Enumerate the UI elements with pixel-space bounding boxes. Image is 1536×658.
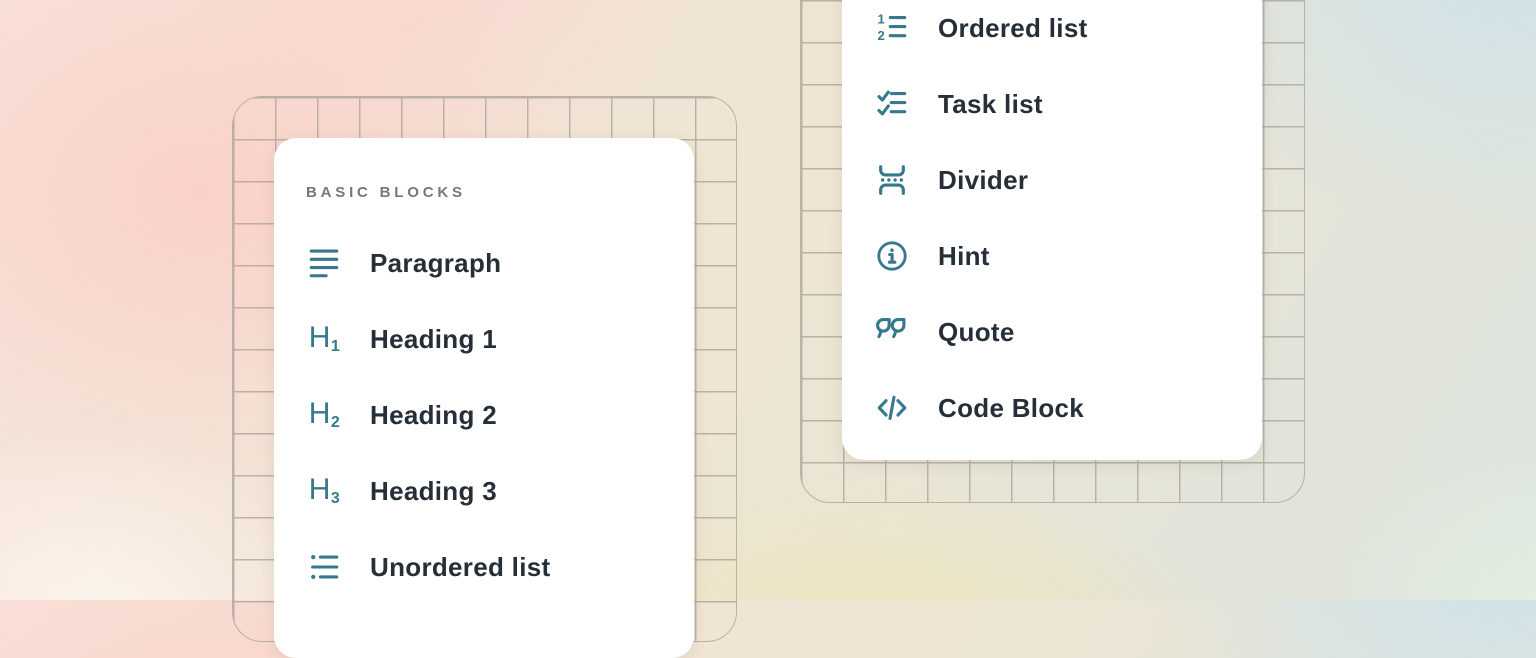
ordered-list-icon: 12 (874, 10, 910, 46)
menu-item-hint[interactable]: Hint (874, 236, 1262, 276)
quote-icon (874, 314, 910, 350)
menu-item-unordered-list[interactable]: Unordered list (306, 547, 694, 587)
menu-item-label: Heading 1 (370, 324, 497, 355)
section-label-basic-blocks: BASIC BLOCKS (306, 184, 694, 201)
svg-text:2: 2 (878, 28, 885, 43)
menu-item-label: Divider (938, 165, 1028, 196)
menu-item-label: Unordered list (370, 552, 550, 583)
unordered-list-icon (306, 549, 342, 585)
basic-blocks-menu: BASIC BLOCKS Paragraph H1 Heading 1 H2 Headi… (274, 138, 694, 658)
menu-item-task-list[interactable]: Task list (874, 84, 1262, 124)
menu-item-label: Paragraph (370, 248, 501, 279)
menu-item-paragraph[interactable]: Paragraph (306, 243, 694, 283)
menu-item-list: Paragraph H1 Heading 1 H2 Heading 2 H3 Heading… (306, 243, 694, 587)
menu-item-label: Ordered list (938, 13, 1088, 44)
hint-icon (874, 238, 910, 274)
task-list-icon (874, 86, 910, 122)
menu-item-ordered-list[interactable]: 12Ordered list (874, 8, 1262, 48)
insert-blocks-menu: 12Ordered listTask listDividerHintQuoteC… (842, 0, 1262, 460)
menu-item-quote[interactable]: Quote (874, 312, 1262, 352)
menu-item-heading-3[interactable]: H3 Heading 3 (306, 471, 694, 511)
menu-item-divider[interactable]: Divider (874, 160, 1262, 200)
heading-1-icon: H1 (306, 321, 342, 357)
menu-item-label: Heading 3 (370, 476, 497, 507)
menu-item-label: Heading 2 (370, 400, 497, 431)
code-block-icon (874, 390, 910, 426)
menu-item-list: 12Ordered listTask listDividerHintQuoteC… (874, 8, 1262, 428)
divider-icon (874, 162, 910, 198)
menu-item-label: Task list (938, 89, 1043, 120)
heading-2-icon: H2 (306, 397, 342, 433)
heading-3-icon: H3 (306, 473, 342, 509)
svg-text:1: 1 (878, 11, 885, 26)
menu-item-code-block[interactable]: Code Block (874, 388, 1262, 428)
menu-item-label: Quote (938, 317, 1015, 348)
menu-item-heading-1[interactable]: H1 Heading 1 (306, 319, 694, 359)
paragraph-icon (306, 245, 342, 281)
menu-item-label: Code Block (938, 393, 1084, 424)
menu-item-heading-2[interactable]: H2 Heading 2 (306, 395, 694, 435)
menu-item-label: Hint (938, 241, 990, 272)
